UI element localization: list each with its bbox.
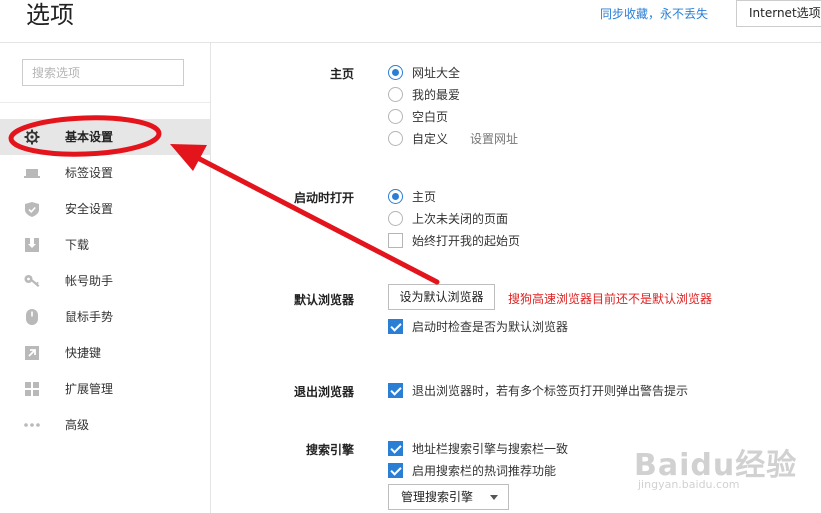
- radio-button[interactable]: [388, 189, 403, 204]
- option-label: 网址大全: [412, 66, 461, 80]
- homepage-section-label: 主页: [329, 67, 354, 81]
- set-default-browser-button[interactable]: 设为默认浏览器: [388, 284, 495, 310]
- option-label: 自定义: [412, 132, 449, 146]
- option-label: 启用搜索栏的热词推荐功能: [412, 464, 557, 478]
- sidebar-item-label: 帐号助手: [65, 274, 114, 288]
- sidebar-item-security-settings[interactable]: 安全设置: [0, 191, 210, 227]
- warn-on-exit-multiple-tabs[interactable]: 退出浏览器时，若有多个标签页打开则弹出警告提示: [388, 382, 688, 399]
- sidebar-item-label: 标签设置: [65, 166, 114, 180]
- sidebar-item-mouse-gestures[interactable]: 鼠标手势: [0, 299, 210, 335]
- sidebar-item-label: 高级: [65, 418, 90, 432]
- radio-button[interactable]: [388, 211, 403, 226]
- default-browser-section-label: 默认浏览器: [293, 293, 354, 307]
- sidebar-item-label: 鼠标手势: [65, 310, 114, 324]
- sidebar-item-account-helper[interactable]: 帐号助手: [0, 263, 210, 299]
- sidebar: 基本设置 标签设置 安全设置 下载 帐号助手: [0, 43, 211, 513]
- not-default-warning: 搜狗高速浏览器目前还不是默认浏览器: [508, 292, 713, 306]
- search-engine-section-label: 搜索引擎: [305, 443, 354, 457]
- more-dots-icon: [24, 418, 40, 432]
- set-url-link[interactable]: 设置网址: [470, 130, 518, 147]
- option-label: 我的最爱: [412, 88, 461, 102]
- sidebar-item-tab-settings[interactable]: 标签设置: [0, 155, 210, 191]
- search-options-input[interactable]: [22, 59, 184, 86]
- startup-option-homepage[interactable]: 主页: [388, 188, 436, 205]
- extensions-grid-icon: [24, 382, 40, 396]
- shortcut-arrow-icon: [24, 346, 40, 360]
- mouse-icon: [24, 309, 40, 325]
- sidebar-nav: 基本设置 标签设置 安全设置 下载 帐号助手 鼠标手势 快捷键 扩展管理 高级: [0, 119, 210, 443]
- sidebar-item-extensions[interactable]: 扩展管理: [0, 371, 210, 407]
- key-icon: [24, 274, 40, 288]
- radio-button[interactable]: [388, 109, 403, 124]
- option-label: 主页: [412, 190, 437, 204]
- homepage-option-favorites[interactable]: 我的最爱: [388, 86, 460, 103]
- startup-section-label: 启动时打开: [293, 191, 354, 205]
- homepage-option-custom[interactable]: 自定义 设置网址: [388, 130, 518, 147]
- sync-favorites-link[interactable]: 同步收藏，永不丢失: [600, 5, 708, 22]
- gear-icon: [24, 129, 40, 145]
- sidebar-item-download[interactable]: 下载: [0, 227, 210, 263]
- tab-icon: [24, 166, 40, 180]
- download-icon: [24, 238, 40, 252]
- chevron-down-icon: [490, 495, 498, 500]
- sidebar-item-label: 基本设置: [65, 130, 114, 144]
- exit-browser-section-label: 退出浏览器: [293, 385, 354, 399]
- sidebar-item-label: 下载: [65, 238, 90, 252]
- sync-address-bar-search[interactable]: 地址栏搜索引擎与搜索栏一致: [388, 440, 568, 457]
- option-label: 地址栏搜索引擎与搜索栏一致: [412, 442, 569, 456]
- homepage-option-blank[interactable]: 空白页: [388, 108, 448, 125]
- manage-search-engines-dropdown[interactable]: 管理搜索引擎: [388, 484, 509, 510]
- radio-button[interactable]: [388, 65, 403, 80]
- header-bar: 选项 同步收藏，永不丢失 Internet选项: [0, 0, 821, 43]
- sidebar-divider: [0, 102, 210, 103]
- shield-icon: [24, 201, 40, 217]
- option-label: 空白页: [412, 110, 449, 124]
- option-label: 始终打开我的起始页: [412, 234, 521, 248]
- checkbox[interactable]: [388, 233, 403, 248]
- sidebar-item-label: 快捷键: [65, 346, 102, 360]
- option-label: 启动时检查是否为默认浏览器: [412, 320, 569, 334]
- checkbox[interactable]: [388, 383, 403, 398]
- enable-hot-words[interactable]: 启用搜索栏的热词推荐功能: [388, 462, 556, 479]
- page-title: 选项: [26, 1, 74, 29]
- dropdown-label: 管理搜索引擎: [401, 490, 474, 504]
- option-label: 退出浏览器时，若有多个标签页打开则弹出警告提示: [412, 384, 689, 398]
- sidebar-item-basic-settings[interactable]: 基本设置: [0, 119, 210, 155]
- sidebar-item-shortcuts[interactable]: 快捷键: [0, 335, 210, 371]
- radio-button[interactable]: [388, 131, 403, 146]
- watermark-url: jingyan.baidu.com: [638, 478, 740, 491]
- homepage-option-navsite[interactable]: 网址大全: [388, 64, 460, 81]
- always-open-start-page[interactable]: 始终打开我的起始页: [388, 232, 520, 249]
- sidebar-item-label: 扩展管理: [65, 382, 114, 396]
- checkbox[interactable]: [388, 319, 403, 334]
- sidebar-item-label: 安全设置: [65, 202, 114, 216]
- watermark: Baidu经验 jingyan.baidu.com: [626, 440, 816, 500]
- startup-option-last-session[interactable]: 上次未关闭的页面: [388, 210, 508, 227]
- checkbox[interactable]: [388, 463, 403, 478]
- checkbox[interactable]: [388, 441, 403, 456]
- sidebar-item-advanced[interactable]: 高级: [0, 407, 210, 443]
- radio-button[interactable]: [388, 87, 403, 102]
- option-label: 上次未关闭的页面: [412, 212, 509, 226]
- check-default-on-startup[interactable]: 启动时检查是否为默认浏览器: [388, 318, 568, 335]
- internet-options-button[interactable]: Internet选项: [736, 0, 821, 27]
